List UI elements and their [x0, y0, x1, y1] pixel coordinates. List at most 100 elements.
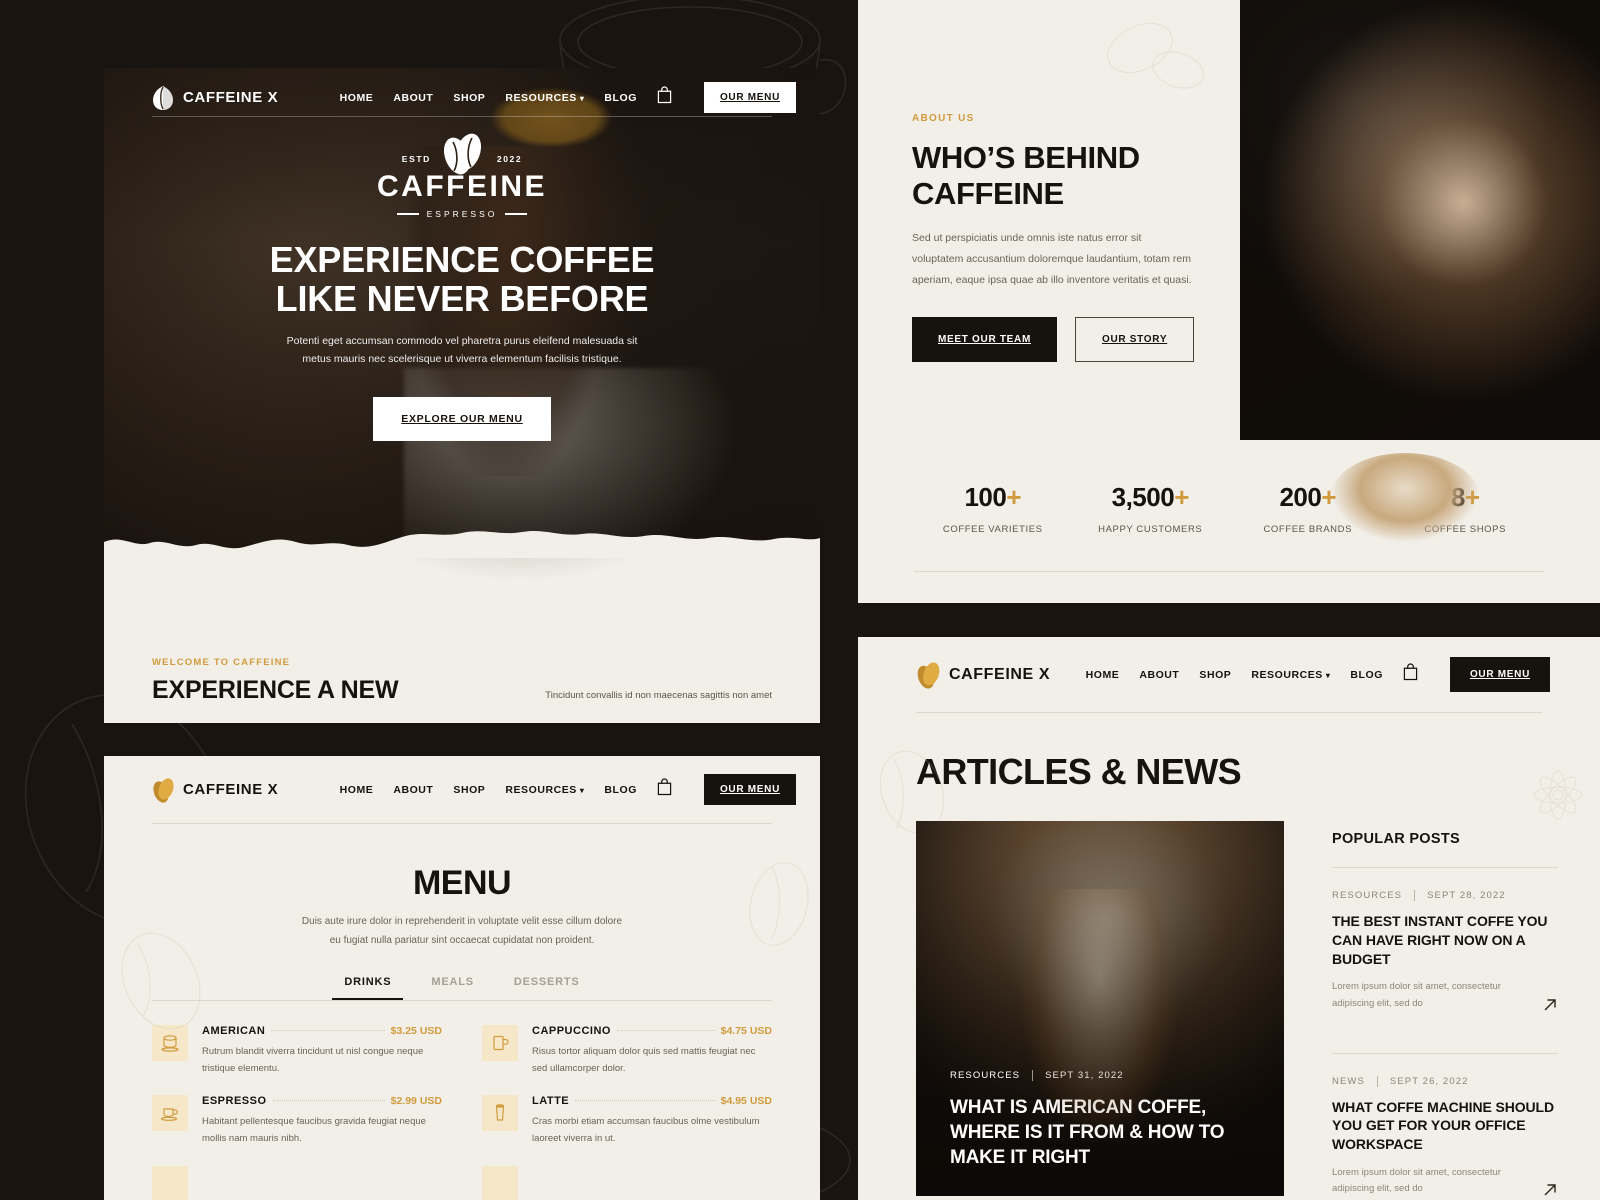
tagline-rule-left	[396, 213, 419, 215]
menu-item-name: LATTE	[532, 1095, 570, 1108]
nav-link-resources-label: RESOURCES	[505, 91, 577, 104]
nav-link-shop[interactable]: SHOP	[453, 784, 485, 796]
menu-navbar: CAFFEINE X HOME ABOUT SHOP RESOURCES ▾ BL…	[104, 756, 820, 805]
menu-subtitle: Duis aute irure dolor in reprehenderit i…	[104, 913, 820, 950]
nav-link-blog[interactable]: BLOG	[604, 92, 637, 104]
our-story-button[interactable]: OUR STORY	[1075, 316, 1195, 362]
explore-our-menu-button[interactable]: EXPLORE OUR MENU	[373, 396, 551, 441]
cart-button[interactable]	[1403, 663, 1418, 686]
menu-item-icon-box	[482, 1095, 518, 1132]
chevron-down-icon: ▾	[579, 93, 585, 103]
hero-estd-row: ESTD 2022	[104, 154, 820, 164]
tab-desserts[interactable]: DESSERTS	[514, 976, 580, 1000]
featured-article-card[interactable]: RESOURCES SEPT 31, 2022 WHAT IS AMERICAN…	[916, 821, 1284, 1196]
post-read-more-link[interactable]	[1542, 1182, 1558, 1198]
menu-item[interactable]	[152, 1165, 442, 1200]
popular-post-item[interactable]: NEWS SEPT 26, 2022 WHAT COFFE MACHINE SH…	[1332, 1054, 1558, 1200]
menu-item-dot-leader	[575, 1100, 715, 1102]
nav-link-about[interactable]: ABOUT	[393, 784, 433, 796]
nav-link-home[interactable]: HOME	[340, 784, 374, 796]
nav-link-blog[interactable]: BLOG	[1350, 669, 1383, 681]
menu-item-description: Cras morbi etiam accumsan faucibus olme …	[532, 1116, 760, 1144]
tab-meals[interactable]: MEALS	[431, 976, 474, 1000]
menu-item-icon-box	[152, 1025, 188, 1061]
about-heading-line-1: WHO’S BEHIND	[912, 140, 1140, 175]
welcome-row: EXPERIENCE A NEW Tincidunt convallis id …	[152, 676, 772, 705]
nav-our-menu-button[interactable]: OUR MENU	[703, 774, 796, 805]
menu-item-head: LATTE $4.95 USD	[532, 1095, 772, 1107]
menu-item-icon-box	[482, 1025, 518, 1061]
menu-item-description: Rutrum blandit viverra tincidunt ut nisl…	[202, 1046, 424, 1074]
menu-items-grid: AMERICAN $3.25 USD Rutrum blandit viverr…	[104, 1001, 820, 1148]
cart-button[interactable]	[657, 86, 672, 109]
shopping-bag-icon	[657, 86, 672, 104]
nav-link-about[interactable]: ABOUT	[1139, 669, 1179, 681]
welcome-heading: EXPERIENCE A NEW	[152, 676, 399, 704]
welcome-note: Tincidunt convallis id non maecenas sagi…	[545, 690, 772, 701]
post-title: WHAT COFFE MACHINE SHOULD YOU GET FOR YO…	[1332, 1098, 1554, 1153]
coffee-cup-icon	[161, 1035, 179, 1052]
articles-navbar: CAFFEINE X HOME ABOUT SHOP RESOURCES ▾ BL…	[858, 637, 1574, 692]
nav-link-home[interactable]: HOME	[1086, 669, 1120, 681]
hero-heading-line-2: LIKE NEVER BEFORE	[275, 277, 649, 319]
post-category: NEWS	[1332, 1075, 1365, 1087]
popular-post-item[interactable]: RESOURCES SEPT 28, 2022 THE BEST INSTANT…	[1332, 868, 1558, 1033]
hero-year-label: 2022	[496, 154, 523, 164]
featured-article-category: RESOURCES	[950, 1069, 1021, 1081]
nav-links: HOME ABOUT SHOP RESOURCES ▾ BLOG OUR MENU	[1086, 657, 1550, 692]
meta-separator	[1414, 890, 1416, 901]
brand-name: CAFFEINE X	[183, 89, 279, 106]
welcome-section: WELCOME TO CAFFEINE EXPERIENCE A NEW Tin…	[104, 657, 820, 723]
menu-item-name: ESPRESSO	[202, 1095, 267, 1108]
nav-link-resources[interactable]: RESOURCES ▾	[505, 92, 584, 104]
menu-item-body: ESPRESSO $2.99 USD Habitant pellentesque…	[202, 1095, 442, 1147]
menu-panel: CAFFEINE X HOME ABOUT SHOP RESOURCES ▾ BL…	[104, 756, 820, 1200]
tab-drinks[interactable]: DRINKS	[332, 976, 404, 1000]
menu-item[interactable]: ESPRESSO $2.99 USD Habitant pellentesque…	[152, 1095, 442, 1147]
latte-glass-icon	[495, 1104, 505, 1121]
menu-item[interactable]	[482, 1165, 772, 1200]
about-photo	[1240, 0, 1600, 440]
brand-logo[interactable]: CAFFEINE X	[152, 777, 278, 803]
brand-logo[interactable]: CAFFEINE X	[152, 85, 278, 111]
hero-logo-wordmark: CAFFEINE	[377, 170, 547, 203]
menu-item-price: $2.99 USD	[390, 1095, 442, 1108]
menu-item-icon-box	[482, 1165, 518, 1200]
menu-item-dot-leader	[616, 1030, 715, 1031]
post-read-more-link[interactable]	[1542, 997, 1558, 1013]
hero-panel: CAFFEINE X HOME ABOUT SHOP RESOURCES ▾ BL…	[104, 68, 820, 723]
nav-link-shop[interactable]: SHOP	[453, 92, 485, 104]
nav-link-shop[interactable]: SHOP	[1199, 669, 1231, 681]
menu-title: MENU	[412, 864, 512, 902]
menu-item-head: CAPPUCCINO $4.75 USD	[532, 1025, 772, 1037]
stat-plus: +	[1174, 482, 1189, 512]
menu-nav-divider	[152, 823, 772, 824]
post-excerpt: Lorem ipsum dolor sit amet, consectetur …	[1332, 1166, 1501, 1195]
menu-item-name: AMERICAN	[202, 1025, 266, 1037]
articles-title: ARTICLES & NEWS	[916, 751, 1242, 792]
menu-subtitle-line-1: Duis aute irure dolor in reprehenderit i…	[301, 916, 623, 927]
featured-article-text: RESOURCES SEPT 31, 2022 WHAT IS AMERICAN…	[950, 1069, 1260, 1170]
menu-item[interactable]: AMERICAN $3.25 USD Rutrum blandit viverr…	[152, 1025, 442, 1077]
tagline-rule-right	[505, 213, 528, 215]
nav-link-resources[interactable]: RESOURCES ▾	[1251, 669, 1330, 681]
stats-row: 100+ COFFEE VARIETIES 3,500+ HAPPY CUSTO…	[858, 440, 1600, 535]
stat-item: 3,500+ HAPPY CUSTOMERS	[1072, 482, 1230, 535]
nav-our-menu-button[interactable]: OUR MENU	[1449, 657, 1550, 692]
menu-item[interactable]: LATTE $4.95 USD Cras morbi etiam accumsa…	[482, 1095, 772, 1147]
nav-our-menu-button[interactable]: OUR MENU	[703, 82, 796, 113]
nav-link-resources[interactable]: RESOURCES ▾	[505, 784, 584, 796]
nav-link-resources-label: RESOURCES	[505, 783, 577, 796]
about-heading-line-2: CAFFEINE	[912, 175, 1064, 211]
nav-link-blog[interactable]: BLOG	[604, 784, 637, 796]
menu-tabs: DRINKS MEALS DESSERTS	[104, 976, 820, 1000]
brand-logo[interactable]: CAFFEINE X	[916, 661, 1050, 689]
menu-item[interactable]: CAPPUCCINO $4.75 USD Risus tortor aliqua…	[482, 1025, 772, 1077]
about-paragraph: Sed ut perspiciatis unde omnis iste natu…	[912, 231, 1192, 286]
nav-link-about[interactable]: ABOUT	[393, 92, 433, 104]
coffee-bean-icon	[153, 85, 173, 110]
menu-item-description: Risus tortor aliquam dolor quis sed matt…	[532, 1046, 756, 1074]
nav-link-home[interactable]: HOME	[340, 92, 374, 104]
meet-our-team-button[interactable]: MEET OUR TEAM	[912, 316, 1057, 362]
cart-button[interactable]	[657, 778, 672, 801]
